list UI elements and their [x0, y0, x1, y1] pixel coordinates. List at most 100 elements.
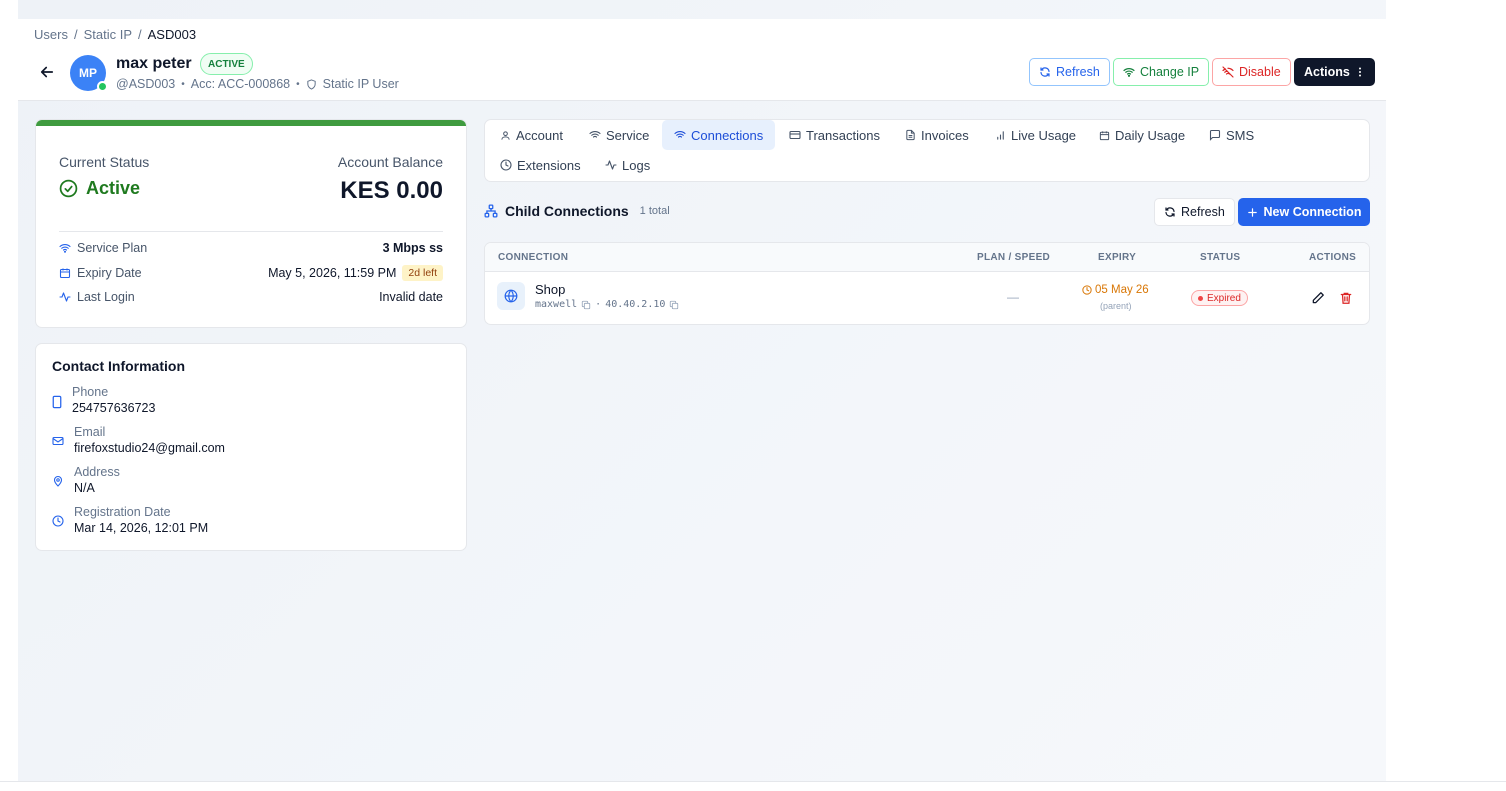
wifi-off-icon	[1222, 66, 1234, 78]
wifi-icon	[589, 131, 601, 138]
file-text-icon	[906, 129, 915, 141]
last-login-row: Last Login Invalid date	[59, 288, 443, 306]
copy-icon[interactable]	[669, 300, 679, 310]
username: @ASD003	[116, 77, 176, 91]
phone-label: Phone	[72, 385, 109, 399]
network-icon	[484, 204, 498, 218]
breadcrumb-static-ip[interactable]: Static IP	[84, 27, 132, 42]
tab-logs[interactable]: Logs	[593, 150, 662, 180]
email-value: firefoxstudio24@gmail.com	[74, 441, 225, 455]
disable-label: Disable	[1239, 65, 1281, 79]
breadcrumb-users[interactable]: Users	[34, 27, 68, 42]
meta-separator: •	[296, 78, 300, 90]
expiry-row: Expiry Date May 5, 2026, 11:59 PM 2d lef…	[59, 264, 443, 282]
credit-card-icon	[789, 130, 801, 140]
message-icon	[1209, 129, 1221, 141]
avatar-initials: MP	[79, 66, 97, 80]
plus-icon	[1247, 207, 1257, 217]
expiry-label-text: Expiry Date	[77, 266, 142, 280]
tab-account[interactable]: Account	[488, 120, 575, 150]
tab-label: Logs	[622, 157, 651, 173]
service-plan-label: Service Plan	[59, 241, 147, 255]
shield-icon	[306, 78, 316, 90]
status-card: Current Status Active Account Balance KE…	[35, 119, 467, 328]
user-meta: @ASD003 • Acc: ACC-000868 • Static IP Us…	[116, 77, 399, 91]
connection-expiry-date: 05 May 26	[1095, 284, 1149, 296]
avatar: MP	[70, 55, 108, 92]
wifi-icon	[59, 244, 71, 253]
user-icon	[501, 130, 510, 140]
tab-label: Service	[606, 127, 650, 143]
balance-label: Account Balance	[337, 154, 443, 170]
status-accent-bar	[36, 120, 466, 126]
contact-title: Contact Information	[52, 358, 185, 374]
copy-icon[interactable]	[581, 300, 591, 310]
change-ip-label: Change IP	[1140, 65, 1200, 79]
connection-expiry-note: (parent)	[1100, 301, 1132, 311]
refresh-icon	[1040, 67, 1050, 77]
wifi-icon	[674, 131, 686, 138]
registration-label: Registration Date	[74, 505, 171, 519]
last-login-label: Last Login	[59, 290, 135, 304]
wifi-icon	[1123, 68, 1135, 77]
expiry-value: May 5, 2026, 11:59 PM	[268, 266, 397, 280]
refresh-icon	[1165, 207, 1175, 217]
refresh-button[interactable]: Refresh	[1029, 58, 1110, 86]
child-connections-count: 1 total	[639, 205, 670, 217]
refresh-label: Refresh	[1056, 65, 1100, 79]
connection-name: Shop	[535, 282, 566, 297]
clock-icon	[52, 515, 64, 527]
tab-label: SMS	[1226, 127, 1255, 143]
connections-table: CONNECTION PLAN / SPEED EXPIRY STATUS AC…	[484, 242, 1370, 325]
tab-sms[interactable]: SMS	[1197, 120, 1266, 150]
activity-icon	[605, 160, 617, 170]
more-vertical-icon	[1358, 67, 1361, 77]
account-number: Acc: ACC-000868	[190, 77, 291, 91]
tab-bar: Account Service Connections Transactions…	[484, 119, 1370, 182]
actions-menu-button[interactable]: Actions	[1294, 58, 1375, 86]
service-plan-row: Service Plan 3 Mbps ss	[59, 239, 443, 257]
tab-label: Invoices	[921, 127, 969, 143]
address-label: Address	[74, 465, 120, 479]
new-connection-button[interactable]: New Connection	[1238, 198, 1370, 226]
online-indicator	[97, 81, 108, 92]
globe-icon	[497, 282, 525, 310]
bar-chart-icon	[997, 130, 1004, 140]
table-header: CONNECTION PLAN / SPEED EXPIRY STATUS AC…	[485, 243, 1369, 272]
connections-refresh-button[interactable]: Refresh	[1154, 198, 1235, 226]
tab-service[interactable]: Service	[577, 120, 661, 150]
breadcrumb-current: ASD003	[147, 27, 197, 42]
status-badge: Expired	[1191, 290, 1248, 306]
tab-daily-usage[interactable]: Daily Usage	[1087, 120, 1197, 150]
email-label: Email	[74, 425, 106, 439]
user-name: max peter	[116, 55, 192, 72]
breadcrumb-separator: /	[138, 27, 142, 42]
tab-transactions[interactable]: Transactions	[777, 120, 892, 150]
bottom-divider	[0, 781, 1506, 782]
phone-icon	[52, 395, 62, 409]
last-login-value: Invalid date	[379, 290, 443, 304]
tab-extensions[interactable]: Extensions	[488, 150, 593, 180]
expiry-value-group: May 5, 2026, 11:59 PM 2d left	[268, 265, 443, 281]
tab-live-usage[interactable]: Live Usage	[983, 120, 1088, 150]
back-arrow-icon[interactable]	[38, 63, 56, 81]
trash-icon[interactable]	[1339, 291, 1353, 305]
calendar-icon	[59, 268, 71, 279]
column-header-connection: CONNECTION	[498, 252, 569, 263]
edit-icon[interactable]	[1311, 291, 1325, 305]
connection-plan: —	[1007, 290, 1019, 304]
tab-connections[interactable]: Connections	[662, 120, 776, 150]
tab-label: Daily Usage	[1115, 127, 1186, 143]
change-ip-button[interactable]: Change IP	[1113, 58, 1210, 86]
column-header-expiry: EXPIRY	[1098, 252, 1137, 263]
status-badge-text: Expired	[1207, 292, 1241, 304]
balance-value: KES 0.00	[340, 177, 443, 204]
last-login-label-text: Last Login	[77, 290, 135, 304]
connection-username: maxwell	[535, 299, 578, 310]
connection-details: maxwell · 40.40.2.10	[535, 299, 679, 310]
disable-button[interactable]: Disable	[1212, 58, 1291, 86]
current-status-value: Active	[59, 178, 140, 199]
tab-invoices[interactable]: Invoices	[893, 120, 981, 150]
profile-header: Users / Static IP / ASD003 MP max peter …	[18, 19, 1386, 101]
contact-registration: Registration Date Mar 14, 2026, 12:01 PM	[52, 505, 208, 536]
